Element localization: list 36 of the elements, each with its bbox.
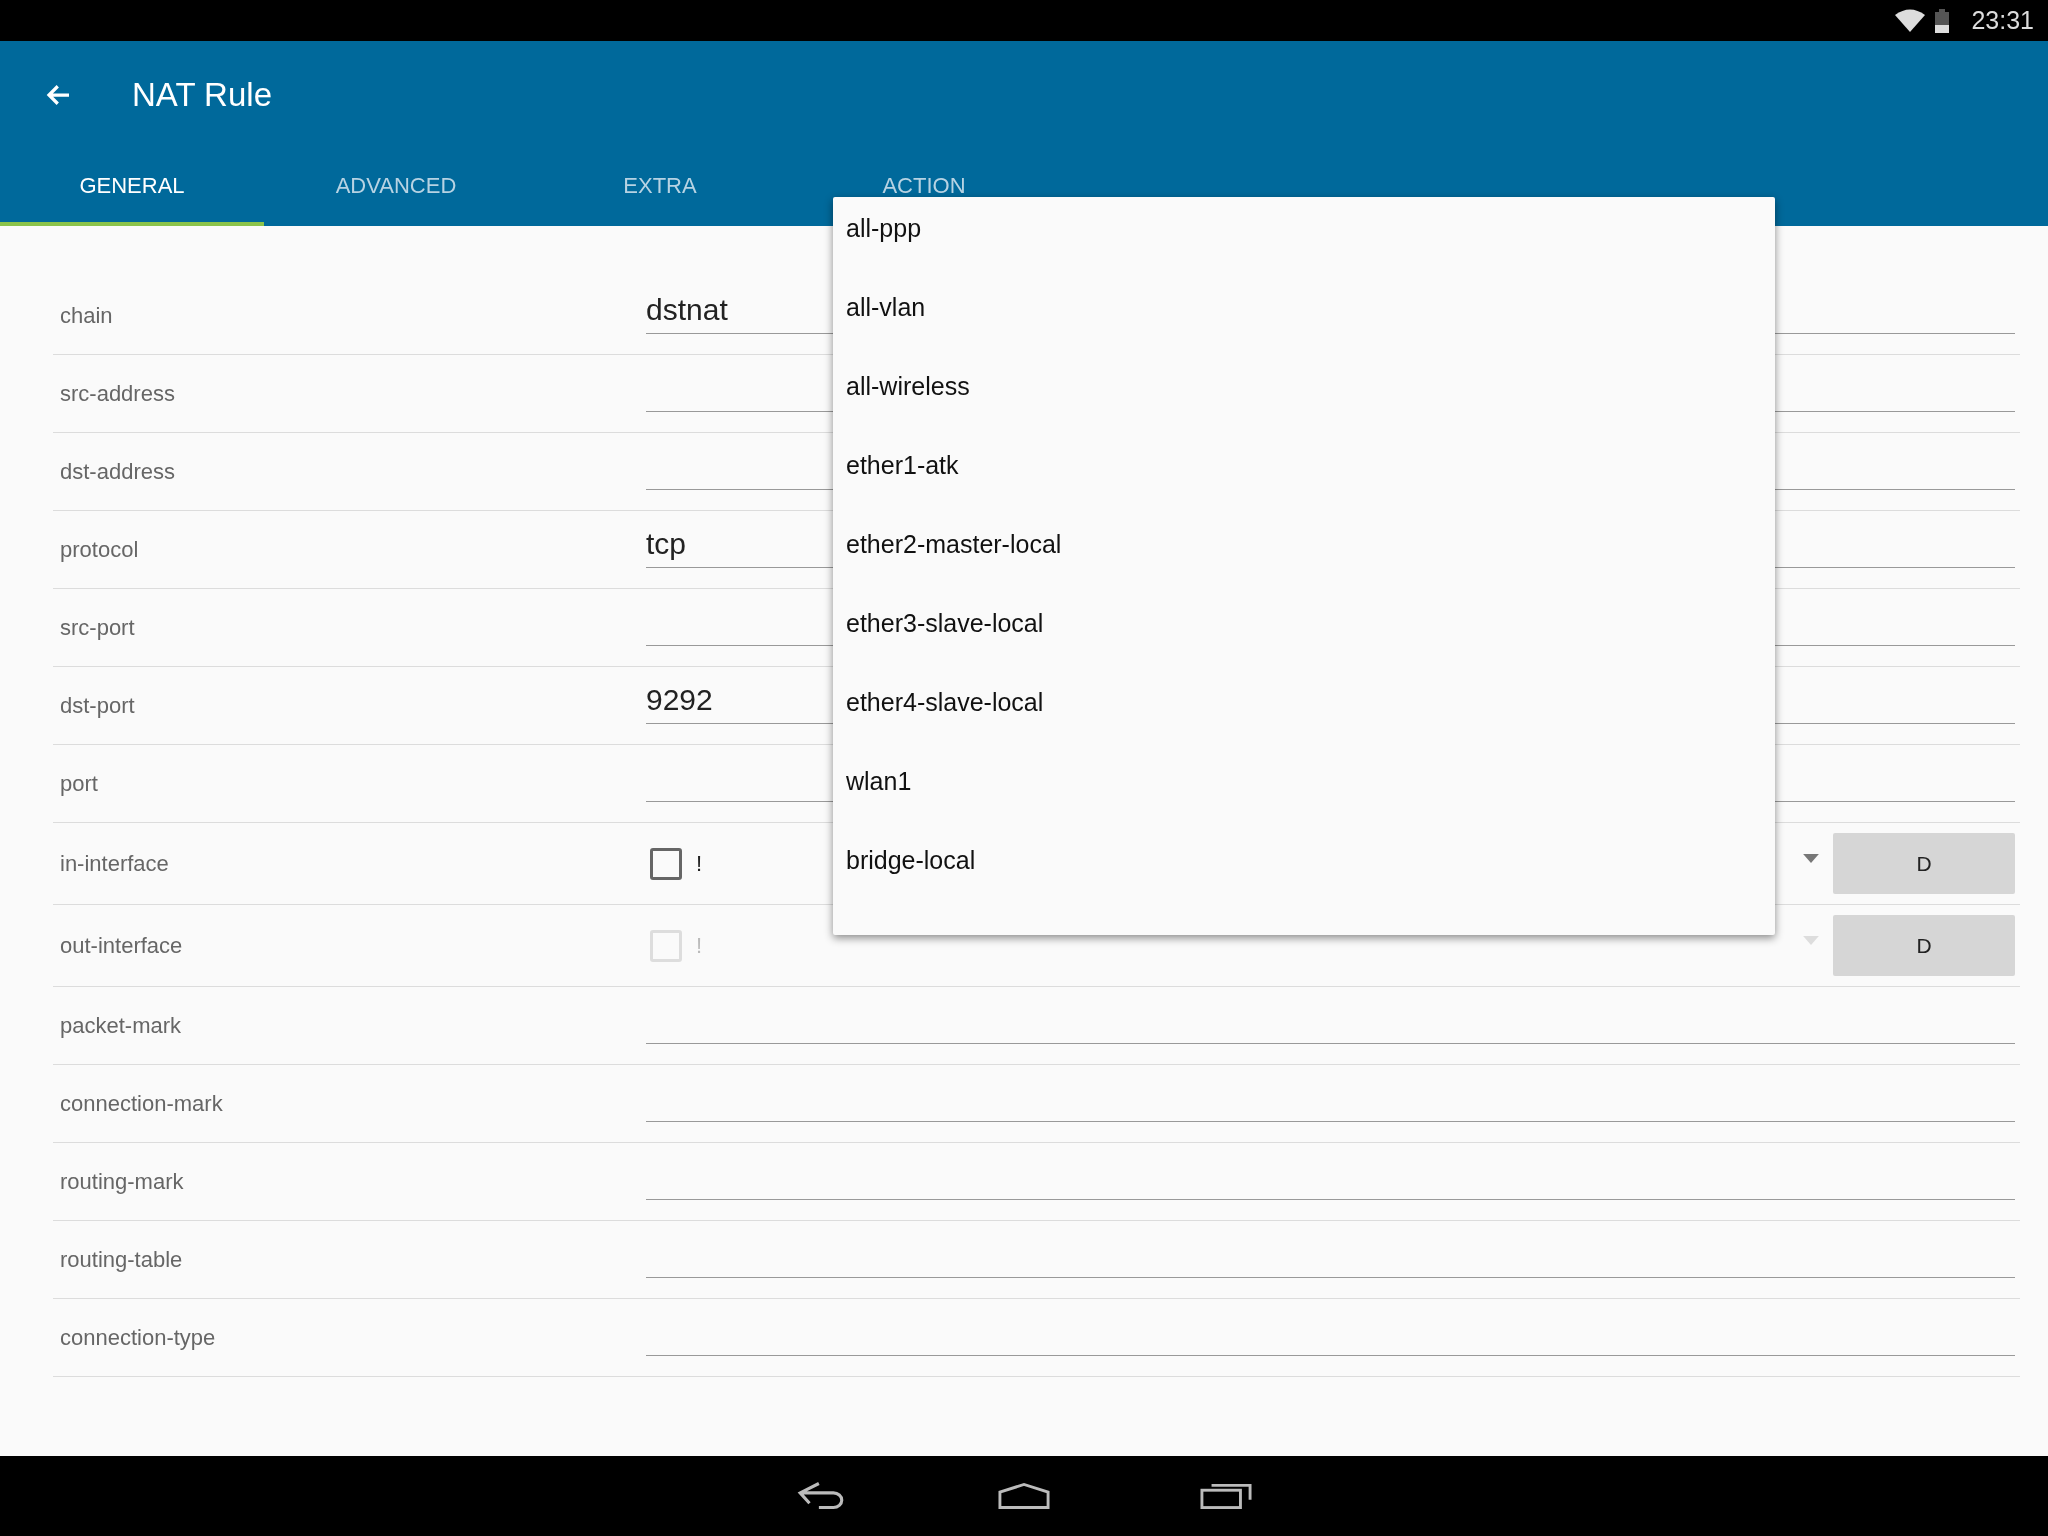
- clock-time: 23:31: [1971, 6, 2034, 35]
- menu-item[interactable]: ether3-slave-local: [833, 584, 1775, 663]
- field-label: chain: [60, 302, 114, 329]
- menu-item[interactable]: ether2-master-local: [833, 505, 1775, 584]
- menu-item[interactable]: wlan1: [833, 742, 1775, 821]
- tab[interactable]: EXTRA: [528, 149, 792, 226]
- field-label: src-address: [60, 380, 176, 407]
- negate-mark: !: [696, 850, 704, 877]
- tab[interactable]: GENERAL: [0, 149, 264, 226]
- field-label: connection-type: [60, 1324, 217, 1351]
- field-label: packet-mark: [60, 1012, 183, 1039]
- checkbox[interactable]: [650, 847, 682, 880]
- menu-item[interactable]: all-wireless: [833, 347, 1775, 426]
- menu-item[interactable]: ether1-atk: [833, 426, 1775, 505]
- screen-title: NAT Rule: [132, 76, 272, 114]
- wifi-icon: [1895, 8, 1926, 33]
- menu-item[interactable]: bridge-local: [833, 821, 1775, 900]
- field-label: routing-table: [60, 1246, 184, 1273]
- menu-item[interactable]: ether4-slave-local: [833, 663, 1775, 742]
- field-label: port: [60, 770, 99, 797]
- field-label: src-port: [60, 614, 136, 641]
- tab[interactable]: ADVANCED: [264, 149, 528, 226]
- field-label: dst-address: [60, 458, 176, 485]
- menu-item[interactable]: all-vlan: [833, 268, 1775, 347]
- field-label: routing-mark: [60, 1168, 185, 1195]
- home-icon[interactable]: [998, 1482, 1050, 1510]
- field-label: protocol: [60, 536, 140, 563]
- d-button[interactable]: D: [1833, 833, 2015, 894]
- field-label: dst-port: [60, 692, 136, 719]
- field-label: in-interface: [60, 850, 170, 877]
- recent-apps-icon[interactable]: [1200, 1482, 1252, 1510]
- field-label: connection-mark: [60, 1090, 224, 1117]
- caret-icon[interactable]: [1803, 854, 1819, 863]
- field-label: out-interface: [60, 932, 184, 959]
- negate-mark: !: [696, 932, 704, 959]
- battery-icon: [1935, 8, 1950, 33]
